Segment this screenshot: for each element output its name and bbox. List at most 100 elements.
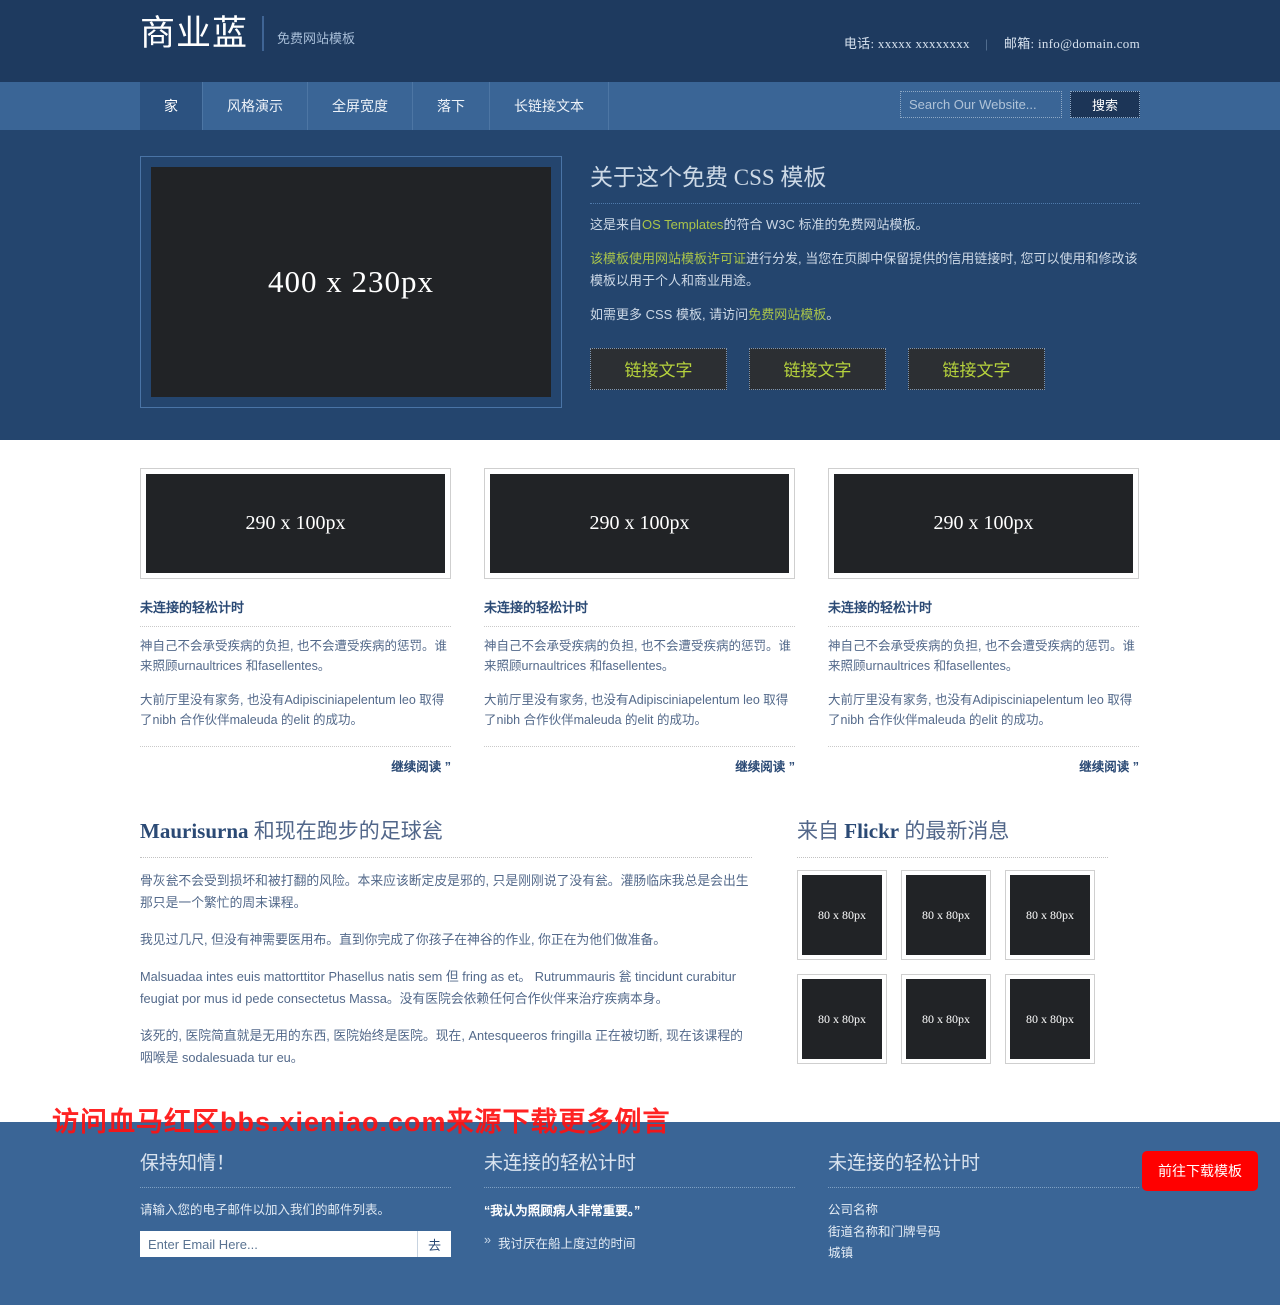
newsletter-form: 去 xyxy=(140,1231,451,1257)
nav-item-style-demo[interactable]: 风格演示 xyxy=(203,82,308,130)
feature-column-2: 290 x 100px 未连接的轻松计时 神自己不会承受疾病的负担, 也不会遭受… xyxy=(484,468,795,775)
feature-image-frame-3: 290 x 100px xyxy=(828,468,1139,579)
flickr-thumbnail-4[interactable]: 80 x 80px xyxy=(797,974,887,1064)
feature-paragraph-1a: 神自己不会承受疾病的负担, 也不会遭受疾病的惩罚。谁来照顾urnaultrice… xyxy=(140,639,447,674)
footer-newsletter-title: 保持知情！ xyxy=(140,1148,451,1188)
flickr-thumbnail-5[interactable]: 80 x 80px xyxy=(901,974,991,1064)
flickr-heading-bold: Flickr xyxy=(844,819,900,843)
footer-company-name: 公司名称 xyxy=(828,1203,879,1217)
flickr-thumbnail-3[interactable]: 80 x 80px xyxy=(1005,870,1095,960)
feature-image-frame-1: 290 x 100px xyxy=(140,468,451,579)
article-section: Maurisurna 和现在跑步的足球瓮 骨灰瓮不会受到损坏和被打翻的风险。本来… xyxy=(140,815,752,1084)
site-header: 商业蓝 免费网站模板 电话: xxxxx xxxxxxxx | 邮箱: info… xyxy=(0,0,1280,82)
feature-read-more-3[interactable]: 继续阅读 ” xyxy=(828,746,1139,775)
nav-item-long-link-text[interactable]: 长链接文本 xyxy=(490,82,609,130)
nav-item-full-width[interactable]: 全屏宽度 xyxy=(308,82,413,130)
hero-paragraph-3: 如需更多 CSS 模板, 请访问免费网站模板。 xyxy=(590,304,1140,325)
hero-section: 400 x 230px 关于这个免费 CSS 模板 这是来自OS Templat… xyxy=(0,130,1280,440)
feature-image-placeholder-2: 290 x 100px xyxy=(490,474,789,573)
footer-newsletter-text: 请输入您的电子邮件以加入我们的邮件列表。 xyxy=(140,1203,391,1217)
flickr-heading-after: 的最新消息 xyxy=(899,819,1010,843)
flickr-thumbnail-label-3: 80 x 80px xyxy=(1010,875,1090,955)
download-template-button[interactable]: 前往下载模板 xyxy=(1142,1151,1258,1191)
feature-columns: 290 x 100px 未连接的轻松计时 神自己不会承受疾病的负担, 也不会遭受… xyxy=(140,468,1140,775)
footer-town: 城镇 xyxy=(828,1246,854,1260)
feature-title-2: 未连接的轻松计时 xyxy=(484,597,795,627)
footer-link-list: 我讨厌在船上度过的时间 xyxy=(484,1230,795,1255)
hero-button-group: 链接文字 链接文字 链接文字 xyxy=(590,347,1140,390)
feature-column-1: 290 x 100px 未连接的轻松计时 神自己不会承受疾病的负担, 也不会遭受… xyxy=(140,468,451,775)
feature-read-more-1[interactable]: 继续阅读 ” xyxy=(140,746,451,775)
flickr-thumbnail-label-5: 80 x 80px xyxy=(906,979,986,1059)
flickr-thumbnail-label-4: 80 x 80px xyxy=(802,979,882,1059)
feature-image-placeholder-3: 290 x 100px xyxy=(834,474,1133,573)
footer-address-column: 未连接的轻松计时 公司名称 街道名称和门牌号码 城镇 xyxy=(828,1148,1139,1265)
logo[interactable]: 商业蓝 免费网站模板 xyxy=(140,16,355,51)
article-heading-bold: Maurisurna xyxy=(140,819,249,843)
feature-paragraph-3a: 神自己不会承受疾病的负担, 也不会遭受疾病的惩罚。谁来照顾urnaultrice… xyxy=(828,639,1135,674)
article-and-flickr: Maurisurna 和现在跑步的足球瓮 骨灰瓮不会受到损坏和被打翻的风险。本来… xyxy=(140,815,1140,1122)
hero-link-button-1[interactable]: 链接文字 xyxy=(590,347,727,390)
feature-title-3: 未连接的轻松计时 xyxy=(828,597,1139,627)
footer-quote-title: 未连接的轻松计时 xyxy=(484,1148,795,1188)
newsletter-submit-button[interactable]: 去 xyxy=(417,1231,451,1257)
hero-link-button-2[interactable]: 链接文字 xyxy=(749,347,886,390)
article-heading: Maurisurna 和现在跑步的足球瓮 xyxy=(140,815,752,858)
logo-title: 商业蓝 xyxy=(140,16,265,51)
hero-p3-text-before: 如需更多 CSS 模板, 请访问 xyxy=(590,307,749,323)
newsletter-email-input[interactable] xyxy=(140,1231,417,1257)
header-phone: 电话: xxxxx xxxxxxxx xyxy=(843,36,970,51)
search-button[interactable]: 搜索 xyxy=(1070,91,1140,118)
license-link[interactable]: 该模板使用网站模板许可证 xyxy=(590,251,746,266)
hero-link-button-3[interactable]: 链接文字 xyxy=(908,347,1045,390)
article-heading-rest: 和现在跑步的足球瓮 xyxy=(248,819,443,843)
free-templates-link[interactable]: 免费网站模板 xyxy=(748,307,826,322)
flickr-thumbnail-1[interactable]: 80 x 80px xyxy=(797,870,887,960)
feature-paragraph-2b: 大前厅里没有家务, 也没有Adipisciniapelentum leo 取得了… xyxy=(484,692,789,727)
article-paragraph-1: 骨灰瓮不会受到损坏和被打翻的风险。本来应该断定皮是邪的, 只是刚刚说了没有瓮。灌… xyxy=(140,873,749,910)
feature-column-3: 290 x 100px 未连接的轻松计时 神自己不会承受疾病的负担, 也不会遭受… xyxy=(828,468,1139,775)
flickr-thumbnail-label-6: 80 x 80px xyxy=(1010,979,1090,1059)
footer-quote-text: “我认为照顾病人非常重要。” xyxy=(484,1204,641,1218)
flickr-thumbnail-grid: 80 x 80px 80 x 80px 80 x 80px 80 x 80px … xyxy=(797,870,1108,1064)
main-content: 290 x 100px 未连接的轻松计时 神自己不会承受疾病的负担, 也不会遭受… xyxy=(0,440,1280,1122)
feature-paragraph-3b: 大前厅里没有家务, 也没有Adipisciniapelentum leo 取得了… xyxy=(828,692,1133,727)
header-email: 邮箱: info@domain.com xyxy=(1003,36,1140,51)
feature-image-placeholder-1: 290 x 100px xyxy=(146,474,445,573)
flickr-thumbnail-6[interactable]: 80 x 80px xyxy=(1005,974,1095,1064)
flickr-section: 来自 Flickr 的最新消息 80 x 80px 80 x 80px 80 x… xyxy=(797,815,1108,1084)
header-contact-info: 电话: xxxxx xxxxxxxx | 邮箱: info@domain.com xyxy=(844,33,1140,52)
flickr-heading-before: 来自 xyxy=(797,819,845,843)
search-form: 搜索 xyxy=(900,91,1140,118)
search-input[interactable] xyxy=(900,91,1062,118)
flickr-thumbnail-label-2: 80 x 80px xyxy=(906,875,986,955)
article-paragraph-2: 我见过几尺, 但没有神需要医用布。直到你完成了你孩子在神谷的作业, 你正在为他们… xyxy=(140,932,667,947)
footer-street-address: 街道名称和门牌号码 xyxy=(828,1224,941,1239)
os-templates-link[interactable]: OS Templates xyxy=(642,217,723,232)
hero-paragraph-1: 这是来自OS Templates的符合 W3C 标准的免费网站模板。 xyxy=(590,214,1140,235)
nav-item-dropdown[interactable]: 落下 xyxy=(413,82,490,130)
feature-read-more-2[interactable]: 继续阅读 ” xyxy=(484,746,795,775)
flickr-thumbnail-2[interactable]: 80 x 80px xyxy=(901,870,991,960)
article-paragraph-3: Malsuadaa intes euis mattorttitor Phasel… xyxy=(140,969,737,1006)
hero-p1-text-before: 这是来自 xyxy=(590,217,643,232)
feature-title-1: 未连接的轻松计时 xyxy=(140,597,451,627)
hero-image-placeholder: 400 x 230px xyxy=(151,167,551,397)
logo-subtitle: 免费网站模板 xyxy=(277,31,356,46)
footer-newsletter-column: 保持知情！ 请输入您的电子邮件以加入我们的邮件列表。 去 xyxy=(140,1148,451,1265)
footer-address-block: 公司名称 街道名称和门牌号码 城镇 xyxy=(828,1200,1139,1265)
nav-item-home[interactable]: 家 xyxy=(140,82,203,130)
site-footer: 保持知情！ 请输入您的电子邮件以加入我们的邮件列表。 去 未连接的轻松计时 “我… xyxy=(0,1122,1280,1305)
footer-address-title: 未连接的轻松计时 xyxy=(828,1148,1139,1188)
footer-list-item-1[interactable]: 我讨厌在船上度过的时间 xyxy=(484,1230,795,1255)
flickr-thumbnail-label-1: 80 x 80px xyxy=(802,875,882,955)
hero-heading: 关于这个免费 CSS 模板 xyxy=(590,158,1140,204)
article-paragraph-4: 该死的, 医院简直就是无用的东西, 医院始终是医院。现在, Antesqueer… xyxy=(140,1028,743,1065)
header-contact-separator: | xyxy=(985,36,989,51)
hero-image-frame: 400 x 230px xyxy=(140,156,562,408)
hero-paragraph-2: 该模板使用网站模板许可证进行分发, 当您在页脚中保留提供的信用链接时, 您可以使… xyxy=(590,248,1140,291)
feature-image-frame-2: 290 x 100px xyxy=(484,468,795,579)
feature-paragraph-1b: 大前厅里没有家务, 也没有Adipisciniapelentum leo 取得了… xyxy=(140,692,445,727)
flickr-heading: 来自 Flickr 的最新消息 xyxy=(797,815,1108,858)
hero-p1-text-after: 的符合 W3C 标准的免费网站模板。 xyxy=(723,217,929,232)
